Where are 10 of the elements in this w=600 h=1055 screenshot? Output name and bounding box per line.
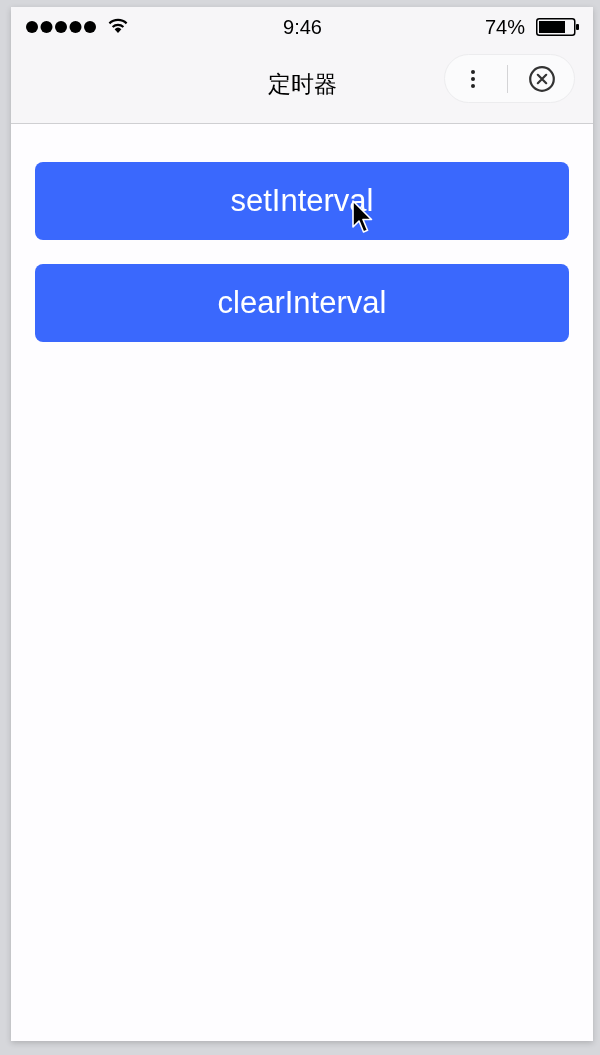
wifi-icon xyxy=(108,18,128,33)
close-icon[interactable] xyxy=(529,65,555,92)
action-button[interactable]: setInterval xyxy=(35,162,569,240)
battery-percent: 74% xyxy=(484,15,525,39)
status-time: 9:46 xyxy=(283,15,322,39)
signal-icon xyxy=(26,21,96,33)
more-icon[interactable] xyxy=(471,69,475,88)
action-button[interactable]: clearInterval xyxy=(35,264,569,342)
page-title: 定时器 xyxy=(267,69,337,99)
battery-icon xyxy=(536,18,579,36)
